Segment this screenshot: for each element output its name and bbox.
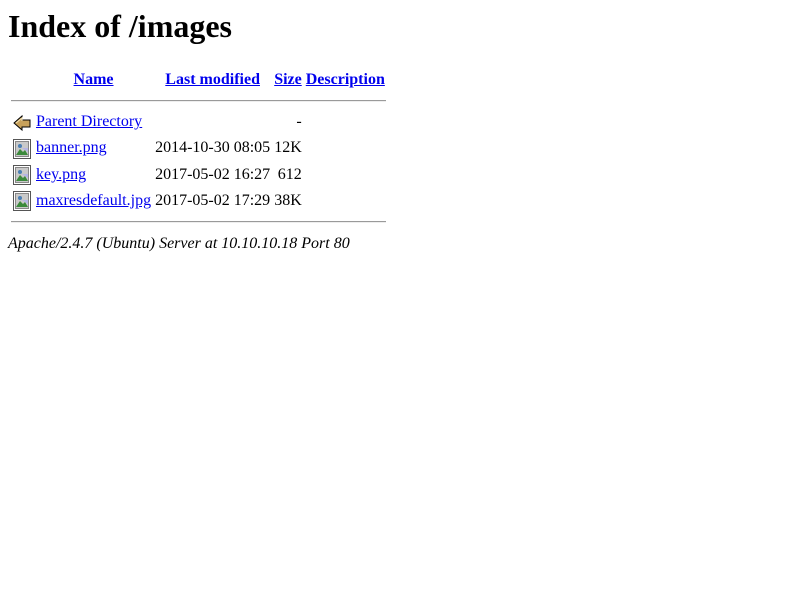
parent-description-cell bbox=[305, 110, 386, 134]
separator-line bbox=[11, 100, 386, 102]
back-icon bbox=[12, 111, 32, 133]
header-name: Name bbox=[35, 68, 152, 92]
name-cell: maxresdefault.jpg bbox=[35, 189, 152, 213]
modified-cell: 2017-05-02 16:27 bbox=[155, 165, 271, 183]
parent-directory-link[interactable]: Parent Directory bbox=[36, 113, 142, 130]
sort-by-description-link[interactable]: Description bbox=[306, 71, 385, 88]
name-cell: banner.png bbox=[35, 136, 152, 160]
separator-cell bbox=[11, 215, 386, 229]
parent-modified-cell bbox=[154, 110, 271, 134]
image-icon bbox=[12, 164, 32, 186]
file-link[interactable]: maxresdefault.jpg bbox=[36, 192, 151, 209]
page-title: Index of /images bbox=[8, 8, 232, 44]
sort-by-last-modified-link[interactable]: Last modified bbox=[165, 71, 260, 88]
description-cell bbox=[305, 189, 386, 213]
image-icon bbox=[12, 190, 32, 212]
table-row: key.png 2017-05-02 16:27 612 bbox=[11, 163, 386, 187]
file-link[interactable]: key.png bbox=[36, 166, 86, 183]
icon-cell bbox=[11, 189, 33, 213]
header-description: Description bbox=[305, 68, 386, 92]
header-icon-cell bbox=[11, 68, 33, 92]
icon-cell bbox=[11, 110, 33, 134]
table-row: banner.png 2014-10-30 08:05 12K bbox=[11, 136, 386, 160]
description-cell bbox=[305, 163, 386, 187]
parent-directory-cell: Parent Directory bbox=[35, 110, 152, 134]
size-cell: 38K bbox=[274, 191, 302, 209]
separator-row-top bbox=[11, 94, 386, 108]
sort-by-name-link[interactable]: Name bbox=[74, 71, 114, 88]
description-cell bbox=[305, 136, 386, 160]
size-cell: 612 bbox=[277, 165, 302, 183]
modified-cell: 2014-10-30 08:05 bbox=[155, 139, 271, 157]
separator-row-bottom bbox=[11, 215, 386, 229]
parent-size-cell: - bbox=[296, 113, 302, 130]
image-icon bbox=[12, 138, 32, 160]
icon-cell bbox=[11, 163, 33, 187]
icon-cell bbox=[11, 136, 33, 160]
parent-directory-row: Parent Directory - bbox=[11, 110, 386, 134]
modified-cell: 2017-05-02 17:29 bbox=[155, 191, 271, 209]
server-signature: Apache/2.4.7 (Ubuntu) Server at 10.10.10… bbox=[8, 235, 350, 253]
directory-listing-table: Name Last modified Size Description Pare… bbox=[9, 66, 388, 231]
name-cell: key.png bbox=[35, 163, 152, 187]
separator-cell bbox=[11, 94, 386, 108]
file-link[interactable]: banner.png bbox=[36, 139, 107, 156]
sort-by-size-link[interactable]: Size bbox=[274, 71, 302, 88]
separator-line bbox=[11, 221, 386, 224]
table-header-row: Name Last modified Size Description bbox=[11, 68, 386, 92]
page: Index of /images Name Last modified Size… bbox=[0, 0, 800, 261]
table-row: maxresdefault.jpg 2017-05-02 17:29 38K bbox=[11, 189, 386, 213]
header-size: Size bbox=[273, 68, 303, 92]
size-cell: 12K bbox=[274, 139, 302, 157]
header-last-modified: Last modified bbox=[154, 68, 271, 92]
